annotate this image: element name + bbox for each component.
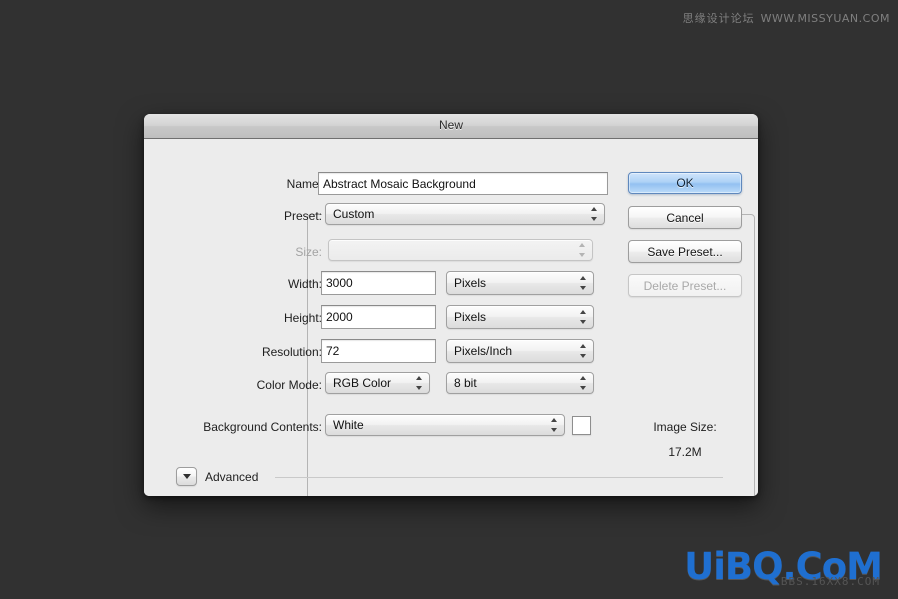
preset-select-value: Custom [333, 207, 375, 221]
dialog-body: Name: Abstract Mosaic Background Preset:… [144, 139, 758, 496]
advanced-disclosure-button[interactable] [176, 467, 197, 486]
resolution-unit-value: Pixels/Inch [454, 344, 513, 358]
watermark-top-url: WWW.MISSYUAN.COM [760, 12, 890, 25]
ok-button[interactable]: OK [628, 172, 742, 194]
delete-preset-button: Delete Preset... [628, 274, 742, 297]
height-label: Height: [283, 311, 322, 325]
size-label: Size: [295, 245, 322, 259]
preset-label: Preset: [283, 209, 322, 223]
height-unit-select[interactable]: Pixels [446, 305, 594, 329]
advanced-separator [275, 477, 723, 478]
height-unit-value: Pixels [454, 310, 487, 324]
new-document-dialog: New Name: Abstract Mosaic Background Pre… [144, 114, 758, 496]
dialog-title: New [438, 118, 463, 132]
name-label: Name: [286, 177, 322, 191]
chevron-updown-icon [580, 376, 587, 390]
background-color-swatch[interactable] [572, 416, 591, 435]
color-mode-select[interactable]: RGB Color [325, 372, 430, 394]
triangle-down-icon [182, 474, 191, 479]
width-input[interactable]: 3000 [321, 271, 436, 295]
name-input[interactable]: Abstract Mosaic Background [318, 172, 608, 195]
color-depth-select[interactable]: 8 bit [446, 372, 594, 394]
save-preset-button[interactable]: Save Preset... [628, 240, 742, 263]
background-contents-select[interactable]: White [325, 414, 565, 436]
advanced-label: Advanced [205, 470, 259, 484]
chevron-updown-icon [591, 207, 598, 221]
watermark-top: 思缘设计论坛 WWW.MISSYUAN.COM [683, 10, 890, 26]
chevron-updown-icon [551, 418, 558, 432]
watermark-top-cn: 思缘设计论坛 [682, 12, 755, 25]
preset-select[interactable]: Custom [325, 203, 605, 225]
watermark-bottom: UiBQ.CoM BBS.16XX8.COM [684, 548, 883, 587]
background-contents-value: White [333, 418, 364, 432]
resolution-label: Resolution: [261, 345, 322, 359]
image-size-value: 17.2M [668, 445, 702, 459]
image-size-label: Image Size: [653, 420, 717, 434]
background-contents-label: Background Contents: [203, 420, 322, 434]
chevron-updown-icon [416, 376, 423, 390]
size-select [328, 239, 593, 261]
width-label: Width: [287, 277, 322, 291]
chevron-updown-icon [580, 344, 587, 358]
width-unit-value: Pixels [454, 276, 487, 290]
resolution-unit-select[interactable]: Pixels/Inch [446, 339, 594, 363]
dialog-titlebar[interactable]: New [144, 114, 758, 139]
color-mode-label: Color Mode: [256, 378, 322, 392]
chevron-updown-icon [579, 243, 586, 257]
resolution-input[interactable]: 72 [321, 339, 436, 363]
cancel-button[interactable]: Cancel [628, 206, 742, 229]
width-unit-select[interactable]: Pixels [446, 271, 594, 295]
color-mode-value: RGB Color [333, 376, 392, 390]
color-depth-value: 8 bit [454, 376, 477, 390]
height-input[interactable]: 2000 [321, 305, 436, 329]
chevron-updown-icon [580, 276, 587, 290]
chevron-updown-icon [580, 310, 587, 324]
